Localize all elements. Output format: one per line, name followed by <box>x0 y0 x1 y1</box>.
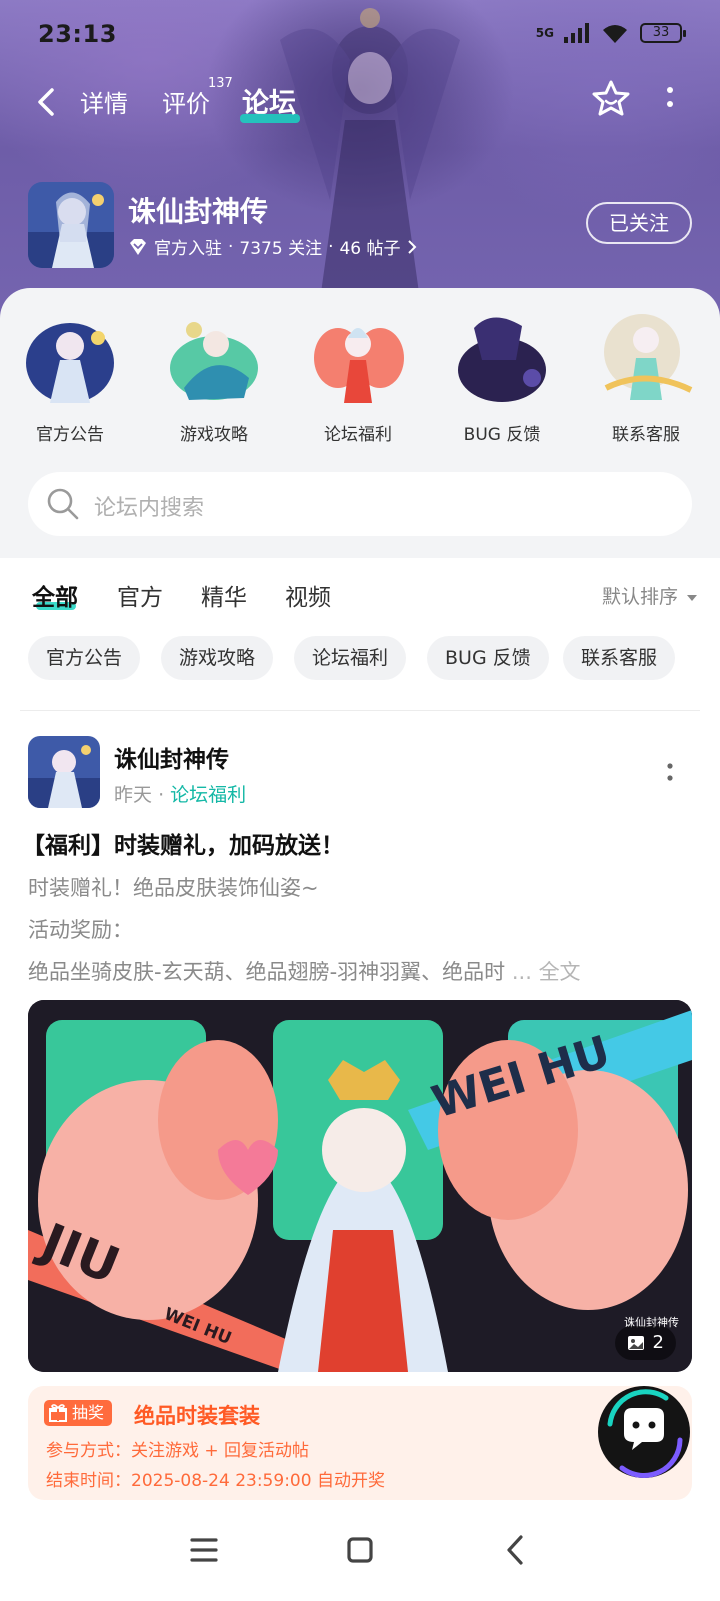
back-icon[interactable] <box>30 84 66 120</box>
hero-banner: 23:13 5G 33 详情 评价 137 论坛 诛仙封神传 官方入驻 · 73… <box>0 0 720 330</box>
shortcut-bug-report[interactable]: BUG 反馈 <box>442 308 562 445</box>
lottery-join-method: 参与方式：关注游戏 + 回复活动帖 <box>46 1441 310 1461</box>
post-excerpt-line: 时装赠礼！绝品皮肤装饰仙姿~ <box>28 876 319 900</box>
image-count: 2 <box>652 1332 664 1353</box>
sort-label: 默认排序 <box>601 586 678 608</box>
ellipsis: ... <box>511 960 532 984</box>
filter-tab-featured[interactable]: 精华 <box>201 578 247 612</box>
tab-detail[interactable]: 详情 <box>80 84 128 119</box>
shortcut-label: 论坛福利 <box>324 425 392 445</box>
home-square-icon[interactable] <box>340 1530 380 1570</box>
filter-tab-official[interactable]: 官方 <box>117 578 163 612</box>
image-stack-icon <box>627 1336 644 1350</box>
battery-icon: 33 <box>640 23 686 43</box>
author-avatar[interactable] <box>28 736 100 808</box>
filter-tab-all[interactable]: 全部 <box>32 578 78 612</box>
shortcut-forum-welfare[interactable]: 论坛福利 <box>298 308 418 445</box>
system-back-icon[interactable] <box>496 1530 536 1570</box>
shortcut-customer-service[interactable]: 联系客服 <box>586 308 706 445</box>
post-excerpt-text: 绝品坐骑皮肤-玄天葫、绝品翅膀-羽神羽翼、绝品时 <box>28 960 506 984</box>
wifi-icon <box>603 25 627 43</box>
gift-icon <box>49 1404 67 1422</box>
lottery-end-time: 结束时间：2025-08-24 23:59:00 自动开奖 <box>46 1471 385 1491</box>
followers-count: 7375 关注 <box>239 239 323 259</box>
status-icons: 5G 33 <box>535 22 686 44</box>
forum-search-box[interactable]: 论坛内搜索 <box>28 472 692 536</box>
post-excerpt-line: 活动奖励： <box>28 918 133 942</box>
shortcut-label: 联系客服 <box>612 425 680 445</box>
lottery-title: 绝品时装套装 <box>134 1404 260 1428</box>
official-tag: 官方入驻 <box>154 239 222 259</box>
posts-count: 46 帖子 <box>339 239 401 259</box>
post-illustration: WEI HU JIU WEI HU 诛仙封神传 <box>28 1000 692 1372</box>
divider <box>20 710 700 711</box>
caret-down-icon <box>687 595 697 601</box>
bug-report-art-icon <box>458 317 546 402</box>
system-navigation-bar <box>0 1500 720 1601</box>
chip-bug-report[interactable]: BUG 反馈 <box>427 636 549 680</box>
chip-customer-service[interactable]: 联系客服 <box>563 636 676 680</box>
official-badge-icon <box>130 238 146 255</box>
meta-dot: · <box>158 784 171 806</box>
signal-icon <box>564 23 589 43</box>
sort-dropdown[interactable]: 默认排序 <box>602 582 698 609</box>
chevron-right-icon <box>407 239 416 254</box>
chip-forum-welfare[interactable]: 论坛福利 <box>294 636 407 680</box>
shortcut-label: 官方公告 <box>36 425 104 445</box>
game-title: 诛仙封神传 <box>128 195 269 228</box>
lottery-badge-label: 抽奖 <box>72 1403 105 1422</box>
post-more-icon[interactable] <box>660 760 680 790</box>
shortcut-official-announcement[interactable]: 官方公告 <box>10 308 130 445</box>
category-chips: 官方公告 游戏攻略 论坛福利 BUG 反馈 联系客服 <box>0 636 720 680</box>
search-icon <box>47 488 79 520</box>
post-board-link[interactable]: 论坛福利 <box>170 784 246 806</box>
search-placeholder: 论坛内搜索 <box>94 496 205 521</box>
lottery-badge: 抽奖 <box>44 1400 113 1426</box>
post-image[interactable]: WEI HU JIU WEI HU 诛仙封神传 2 <box>28 1000 692 1372</box>
chat-assistant-fab[interactable] <box>596 1384 692 1480</box>
game-icon[interactable] <box>28 182 114 268</box>
post-title: 【福利】时装赠礼，加码放送！ <box>22 833 344 859</box>
favorite-star-icon[interactable] <box>590 78 632 120</box>
game-info: 诛仙封神传 官方入驻 · 7375 关注 · 46 帖子 已关注 <box>28 182 692 270</box>
meta-separator: · <box>228 236 234 257</box>
more-menu-icon[interactable] <box>655 84 685 114</box>
post-excerpt-line-last: 绝品坐骑皮肤-玄天葫、绝品翅膀-羽神羽翼、绝品时 ... 全文 <box>28 956 581 986</box>
chip-game-guide[interactable]: 游戏攻略 <box>161 636 274 680</box>
shortcut-label: 游戏攻略 <box>180 425 248 445</box>
status-time: 23:13 <box>38 20 117 48</box>
post-time: 昨天 <box>114 784 153 806</box>
post-author[interactable]: 诛仙封神传 <box>114 740 229 774</box>
network-label: 5G <box>535 26 554 40</box>
tab-review[interactable]: 评价 <box>162 84 210 119</box>
filter-tab-video[interactable]: 视频 <box>285 578 331 612</box>
follow-button[interactable]: 已关注 <box>586 202 692 244</box>
post-meta: 昨天 · 论坛福利 <box>114 780 246 807</box>
welfare-art-icon <box>314 328 404 403</box>
game-meta[interactable]: 官方入驻 · 7375 关注 · 46 帖子 <box>128 234 417 259</box>
shortcut-label: BUG 反馈 <box>463 425 541 445</box>
read-full-link[interactable]: 全文 <box>539 960 581 984</box>
announcement-art-icon <box>26 323 114 403</box>
top-nav: 详情 评价 137 论坛 <box>0 76 720 128</box>
lottery-card[interactable]: 抽奖 绝品时装套装 参与方式：关注游戏 + 回复活动帖 结束时间：2025-08… <box>28 1386 692 1500</box>
image-count-badge: 2 <box>614 1326 676 1360</box>
status-bar: 23:13 5G 33 <box>0 0 720 70</box>
filter-tabs: 全部 官方 精华 视频 默认排序 <box>0 570 720 620</box>
meta-separator: · <box>328 236 334 257</box>
tab-forum[interactable]: 论坛 <box>242 81 296 120</box>
chip-official-announcement[interactable]: 官方公告 <box>28 636 141 680</box>
recents-menu-icon[interactable] <box>184 1530 224 1570</box>
shortcut-game-guide[interactable]: 游戏攻略 <box>154 308 274 445</box>
forum-page: 23:13 5G 33 详情 评价 137 论坛 诛仙封神传 官方入驻 · 73… <box>0 0 720 1601</box>
customer-service-art-icon <box>604 314 693 400</box>
shortcut-panel: 官方公告 游戏攻略 论坛福利 BUG 反馈 联系客服 论坛内搜索 <box>0 288 720 558</box>
review-count-badge: 137 <box>208 76 233 91</box>
guide-art-icon <box>170 322 258 400</box>
